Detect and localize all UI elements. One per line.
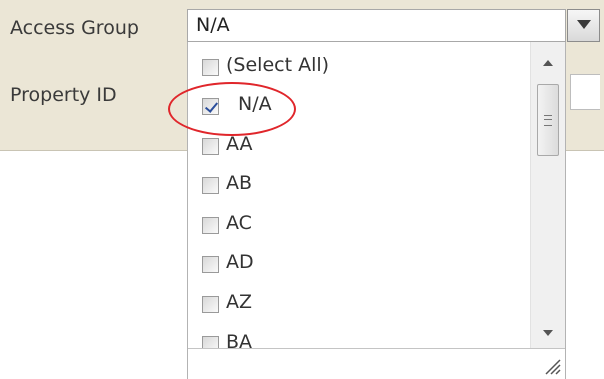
scroll-up-icon[interactable]	[543, 60, 553, 66]
grip-icon	[544, 115, 552, 126]
scroll-down-icon[interactable]	[543, 330, 553, 336]
checkbox-ac[interactable]	[202, 217, 219, 234]
dropdown-scrollbar[interactable]	[530, 42, 565, 348]
checkbox-ba[interactable]	[202, 336, 219, 348]
checkbox-aa[interactable]	[202, 138, 219, 155]
option-label: AB	[226, 172, 253, 194]
option-ad[interactable]: AD	[202, 249, 522, 279]
checkbox-ab[interactable]	[202, 177, 219, 194]
option-select-all[interactable]: (Select All)	[202, 52, 522, 82]
option-az[interactable]: AZ	[202, 289, 522, 319]
option-label: AD	[226, 251, 254, 273]
option-label: (Select All)	[226, 54, 330, 76]
option-label: AC	[226, 212, 252, 234]
checkbox-az[interactable]	[202, 296, 219, 313]
checkbox-ad[interactable]	[202, 256, 219, 273]
dropdown-footer-divider	[188, 348, 565, 349]
checkbox-select-all[interactable]	[202, 59, 219, 76]
option-label: BA	[226, 331, 253, 348]
option-aa[interactable]: AA	[202, 131, 522, 161]
option-ab[interactable]: AB	[202, 170, 522, 200]
property-id-label: Property ID	[10, 84, 117, 106]
resize-grip-icon[interactable]	[540, 354, 562, 376]
highlight-circle	[168, 82, 296, 136]
option-ac[interactable]: AC	[202, 210, 522, 240]
access-group-dropdown-button[interactable]	[567, 9, 600, 42]
chevron-down-icon	[577, 20, 591, 29]
access-group-label: Access Group	[10, 17, 139, 39]
option-label: AZ	[226, 291, 253, 313]
option-ba[interactable]: BA	[202, 329, 522, 348]
scroll-thumb[interactable]	[537, 84, 559, 156]
option-label: AA	[226, 133, 253, 155]
access-group-combo-input[interactable]: N/A	[187, 9, 566, 42]
property-id-input[interactable]	[570, 74, 600, 110]
